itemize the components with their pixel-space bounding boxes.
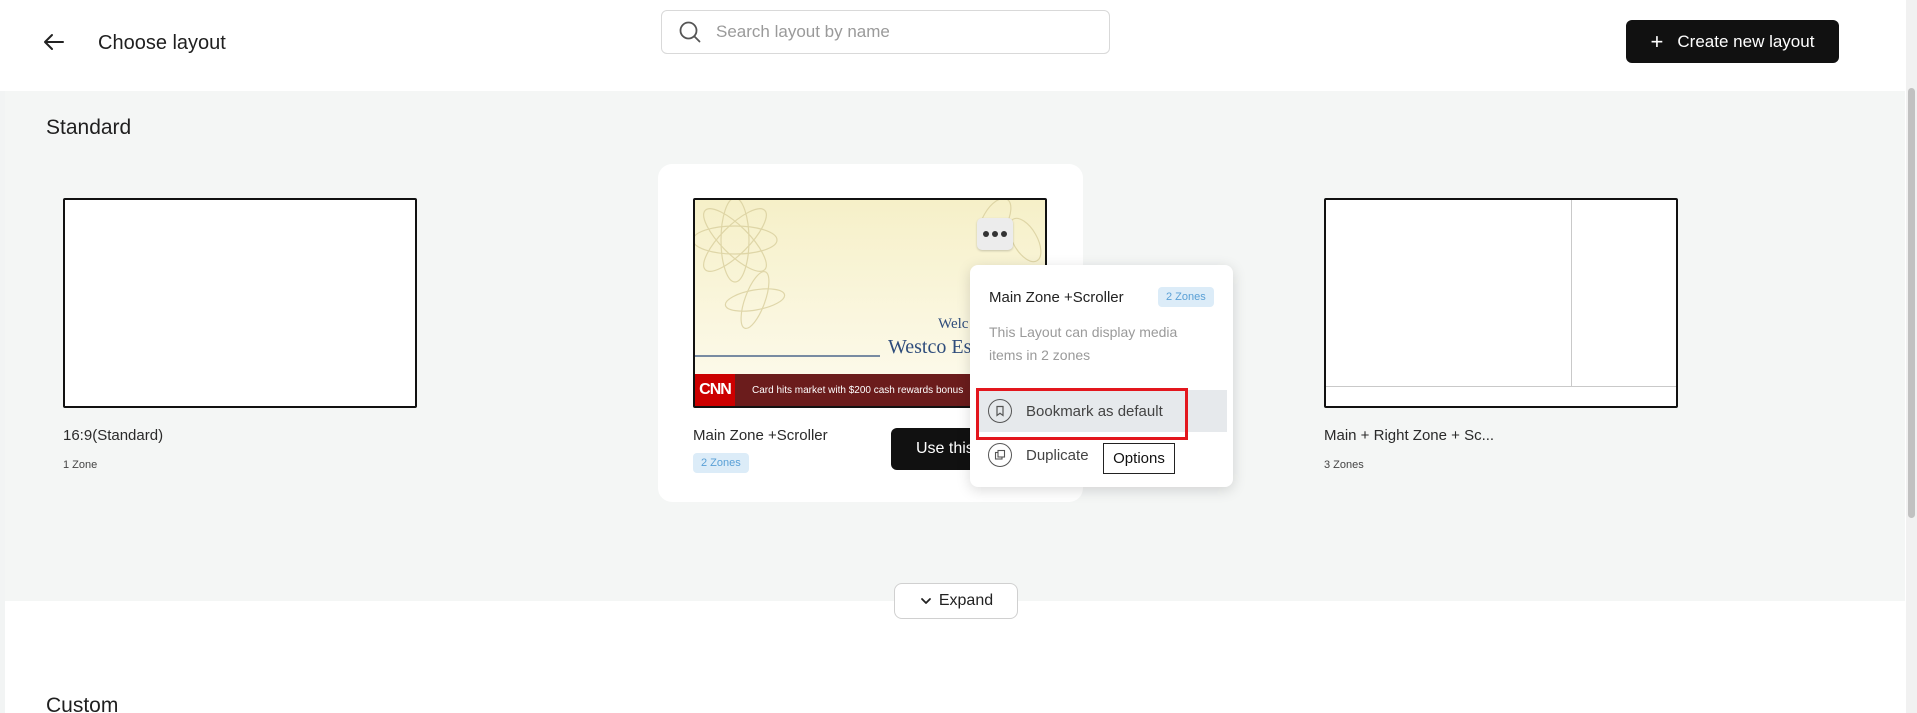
- layout-zones: 1 Zone: [63, 459, 98, 471]
- zone-divider-vertical: [1571, 200, 1572, 386]
- search-box[interactable]: [661, 10, 1110, 54]
- expand-button[interactable]: Expand: [894, 583, 1018, 619]
- standard-section-title: Standard: [46, 116, 132, 139]
- arrow-left-icon: [44, 34, 64, 50]
- thumbnail-company-text: Westco Es: [888, 336, 972, 358]
- dot-icon: [983, 231, 989, 237]
- search-icon: [679, 21, 701, 43]
- cnn-logo: CNN: [695, 374, 735, 406]
- layout-zones-badge: 2 Zones: [693, 453, 749, 473]
- options-tooltip: Options: [1103, 443, 1175, 474]
- custom-section-title: Custom: [46, 694, 119, 713]
- search-input[interactable]: [716, 22, 1096, 42]
- vertical-scrollbar[interactable]: [1906, 0, 1917, 713]
- popup-description: This Layout can display media items in 2…: [989, 324, 1178, 363]
- scrollbar-thumb[interactable]: [1908, 88, 1915, 518]
- layout-name: Main Zone +Scroller: [693, 427, 828, 444]
- dot-icon: [1001, 231, 1007, 237]
- create-new-layout-label: Create new layout: [1677, 31, 1815, 51]
- thumbnail-welcome-text: Welc: [938, 316, 969, 332]
- more-options-button[interactable]: [977, 218, 1013, 250]
- zones-badge: 2 Zones: [1158, 287, 1214, 307]
- duplicate-label: Duplicate: [1026, 446, 1089, 464]
- highlight-box: [976, 388, 1188, 440]
- zones-badge: 2 Zones: [693, 453, 749, 473]
- header: Choose layout + Create new layout: [0, 0, 1910, 91]
- dot-icon: [992, 231, 998, 237]
- ticker-text: Card hits market with $200 cash rewards …: [752, 384, 964, 396]
- layout-name: 16:9(Standard): [63, 427, 164, 444]
- plus-icon: +: [1650, 28, 1664, 54]
- popup-title: Main Zone +Scroller: [989, 289, 1124, 306]
- layout-name: Main + Right Zone + Sc...: [1324, 427, 1495, 444]
- back-button[interactable]: [40, 28, 68, 56]
- chevron-down-icon: [920, 598, 931, 604]
- create-new-layout-button[interactable]: + Create new layout: [1626, 20, 1839, 63]
- page-title: Choose layout: [98, 32, 226, 54]
- layout-zones: 3 Zones: [1324, 459, 1364, 471]
- duplicate-item[interactable]: Duplicate: [976, 434, 1227, 476]
- popup-zones-badge: 2 Zones: [1158, 287, 1214, 307]
- layout-thumbnail-main-right-zone[interactable]: [1324, 198, 1678, 408]
- layout-options-popup: Main Zone +Scroller 2 Zones This Layout …: [970, 265, 1233, 487]
- zone-divider-horizontal: [1326, 386, 1676, 387]
- duplicate-icon: [988, 443, 1012, 467]
- expand-label: Expand: [938, 592, 994, 609]
- layout-thumbnail-standard[interactable]: [63, 198, 417, 408]
